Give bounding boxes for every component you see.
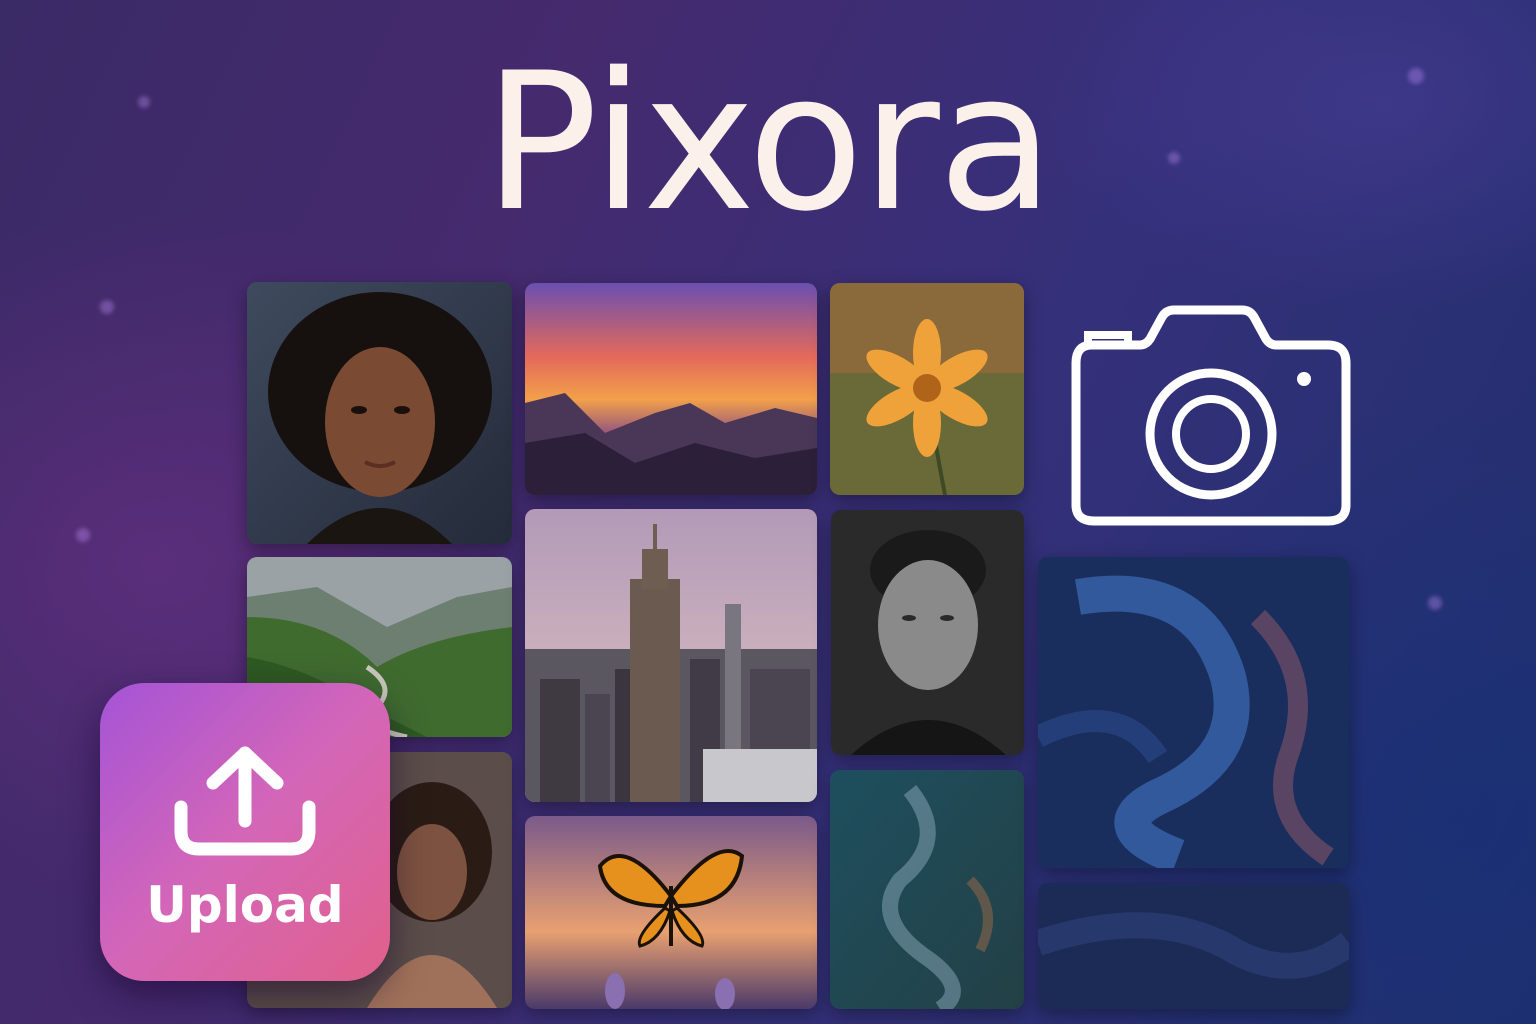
photo-city-skyline[interactable] (525, 509, 817, 802)
upload-label: Upload (146, 876, 344, 934)
photo-orange-flower[interactable] (830, 283, 1024, 495)
photo-abstract-teal[interactable] (830, 770, 1024, 1009)
photo-portrait-woman[interactable] (247, 282, 512, 544)
photo-butterfly-sunset[interactable] (525, 816, 817, 1009)
upload-button[interactable]: Upload (100, 683, 390, 981)
decor-dot (76, 528, 90, 542)
upload-icon (173, 745, 317, 857)
photo-abstract-dark-blue[interactable] (1038, 883, 1349, 1009)
photo-abstract-blue-swirl[interactable] (1038, 557, 1349, 868)
photo-mountain-sunset[interactable] (525, 283, 817, 495)
decor-dot (1428, 596, 1442, 610)
camera-icon[interactable] (1070, 305, 1352, 527)
app-title: Pixora (483, 32, 1055, 253)
decor-dot (100, 300, 114, 314)
photo-portrait-man[interactable] (831, 510, 1024, 755)
